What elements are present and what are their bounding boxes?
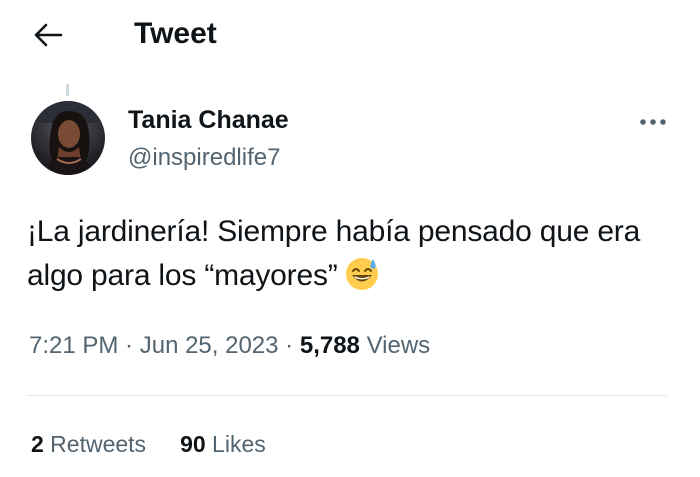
- avatar[interactable]: [31, 101, 105, 175]
- page-title: Tweet: [134, 17, 217, 50]
- retweets-count: 2: [31, 431, 44, 457]
- meta-separator: ·: [278, 332, 300, 359]
- thread-connector: [66, 84, 69, 96]
- back-button[interactable]: [28, 18, 68, 52]
- tweet-body: ¡La jardinería! Siempre había pensado qu…: [27, 210, 677, 298]
- top-bar: Tweet: [0, 0, 700, 70]
- author-handle[interactable]: @inspiredlife7: [128, 142, 280, 174]
- likes-label: Likes: [205, 431, 266, 457]
- likes-link[interactable]: 90 Likes: [180, 428, 266, 460]
- likes-count: 90: [180, 431, 206, 457]
- views-label: Views: [359, 332, 431, 359]
- sweat-smile-emoji-icon: [345, 258, 378, 290]
- more-dots-icon: [640, 119, 666, 125]
- tweet-text: ¡La jardinería! Siempre había pensado qu…: [27, 215, 641, 292]
- tweet-metadata: 7:21 PM · Jun 25, 2023 · 5,788 Views: [29, 330, 430, 362]
- arrow-left-icon: [34, 23, 63, 47]
- more-options-button[interactable]: [636, 110, 670, 134]
- tweet-time[interactable]: 7:21 PM: [29, 332, 118, 359]
- tweet-date[interactable]: Jun 25, 2023: [140, 332, 279, 359]
- retweets-label: Retweets: [43, 431, 147, 457]
- avatar-image: [31, 101, 105, 175]
- divider: [27, 395, 668, 396]
- retweets-link[interactable]: 2 Retweets: [31, 428, 146, 460]
- meta-separator: ·: [118, 332, 140, 359]
- engagement-stats: 2 Retweets 90 Likes: [31, 428, 266, 460]
- views-count: 5,788: [299, 332, 360, 359]
- author-display-name[interactable]: Tania Chanae: [128, 104, 289, 136]
